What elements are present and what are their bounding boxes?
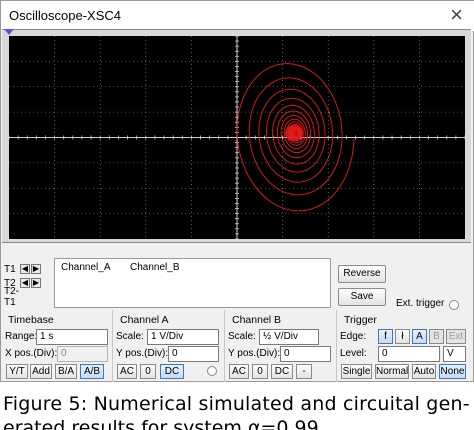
timebase-title: Timebase	[8, 314, 54, 326]
trigger-source-b-button[interactable]: B	[429, 329, 444, 344]
row-label-t2-t1: T2-T1	[4, 286, 19, 308]
column-header-channel-b: Channel_B	[130, 262, 180, 273]
figure-caption-line-1: Figure 5: Numerical simulated and circui…	[3, 393, 470, 415]
arrow-left-icon[interactable]: ◀	[20, 264, 30, 274]
scope-display	[9, 36, 465, 239]
channel-b-dc-button[interactable]: DC	[271, 364, 293, 379]
mode-ab-button[interactable]: A/B	[80, 364, 104, 379]
channel-a-dc-button[interactable]: DC	[160, 364, 184, 379]
channel-a-title: Channel A	[120, 314, 169, 326]
channel-b-invert-button[interactable]: -	[296, 364, 312, 379]
channel-b-scale-label: Scale:	[228, 331, 256, 342]
mode-ba-button[interactable]: B/A	[55, 364, 77, 379]
channel-a-radio[interactable]	[207, 366, 217, 376]
trigger-title: Trigger	[344, 314, 377, 326]
channel-b-ac-button[interactable]: AC	[229, 364, 249, 379]
cursor-row-labels: T1 ◀ ▶ T2 ◀ ▶ T2-T1	[4, 262, 52, 308]
trigger-level-label: Level:	[340, 348, 367, 359]
arrow-right-icon[interactable]: ▶	[31, 264, 41, 274]
figure-caption-line-2: erated results for system α=0.99	[3, 417, 319, 430]
x-position-field[interactable]: 0	[57, 346, 108, 362]
channel-b-zero-button[interactable]: 0	[252, 364, 268, 379]
column-header-channel-a: Channel_A	[61, 262, 111, 273]
channel-a-ac-button[interactable]: AC	[117, 364, 137, 379]
trigger-normal-button[interactable]: Normal	[375, 364, 409, 379]
group-separator	[336, 310, 337, 382]
trigger-edge-label: Edge:	[340, 331, 367, 342]
window-title: Oscilloscope-XSC4	[9, 8, 121, 23]
group-separator	[224, 310, 225, 382]
arrow-right-icon[interactable]: ▶	[31, 278, 41, 288]
timebase-scale-field[interactable]: 1 s	[36, 329, 108, 345]
channel-a-scale-label: Scale:	[116, 331, 144, 342]
trigger-level-unit-field[interactable]: V	[443, 346, 466, 362]
channel-b-y-position-label: Y pos.(Div):	[228, 348, 281, 359]
x-position-label: X pos.(Div):	[5, 348, 58, 359]
close-icon[interactable]: ×	[450, 3, 463, 27]
cursor-readout-table: Channel_A Channel_B	[54, 258, 331, 308]
scope-svg	[9, 36, 465, 239]
timebase-scale-label: Range:	[5, 331, 38, 342]
falling-edge-button[interactable]: ł	[395, 329, 410, 344]
ext-trigger-label: Ext. trigger	[396, 298, 445, 309]
arrow-left-icon[interactable]: ◀	[20, 278, 30, 288]
trace-focus-blob	[285, 125, 303, 141]
channel-a-y-position-field[interactable]: 0	[168, 346, 219, 362]
trigger-none-button[interactable]: None	[439, 364, 466, 379]
cursor-1-marker-icon[interactable]	[4, 29, 14, 35]
group-separator	[112, 310, 113, 382]
rising-edge-button[interactable]: f	[378, 329, 393, 344]
channel-a-scale-field[interactable]: 1 V/Div	[147, 329, 219, 345]
trigger-source-ext-button[interactable]: Ext	[446, 329, 466, 344]
mode-yt-button[interactable]: Y/T	[6, 364, 28, 379]
mode-add-button[interactable]: Add	[30, 364, 52, 379]
channel-a-zero-button[interactable]: 0	[140, 364, 156, 379]
title-bar: Oscilloscope-XSC4 ×	[1, 1, 474, 31]
reverse-button[interactable]: Reverse	[338, 265, 386, 283]
cursor-row-t1: T1 ◀ ▶	[4, 262, 52, 276]
channel-a-y-position-label: Y pos.(Div):	[116, 348, 169, 359]
ext-trigger-radio[interactable]	[449, 300, 459, 310]
channel-b-y-position-field[interactable]: 0	[280, 346, 331, 362]
row-label-t1: T1	[4, 263, 16, 275]
save-button[interactable]: Save	[338, 288, 386, 306]
trigger-level-field[interactable]: 0	[378, 346, 440, 362]
trigger-source-a-button[interactable]: A	[412, 329, 427, 344]
channel-b-title: Channel B	[232, 314, 282, 326]
cursor-row-t2-t1: T2-T1	[4, 286, 52, 308]
trigger-auto-button[interactable]: Auto	[412, 364, 436, 379]
channel-b-scale-field[interactable]: ½ V/Div	[259, 329, 319, 345]
trigger-single-button[interactable]: Single	[341, 364, 372, 379]
